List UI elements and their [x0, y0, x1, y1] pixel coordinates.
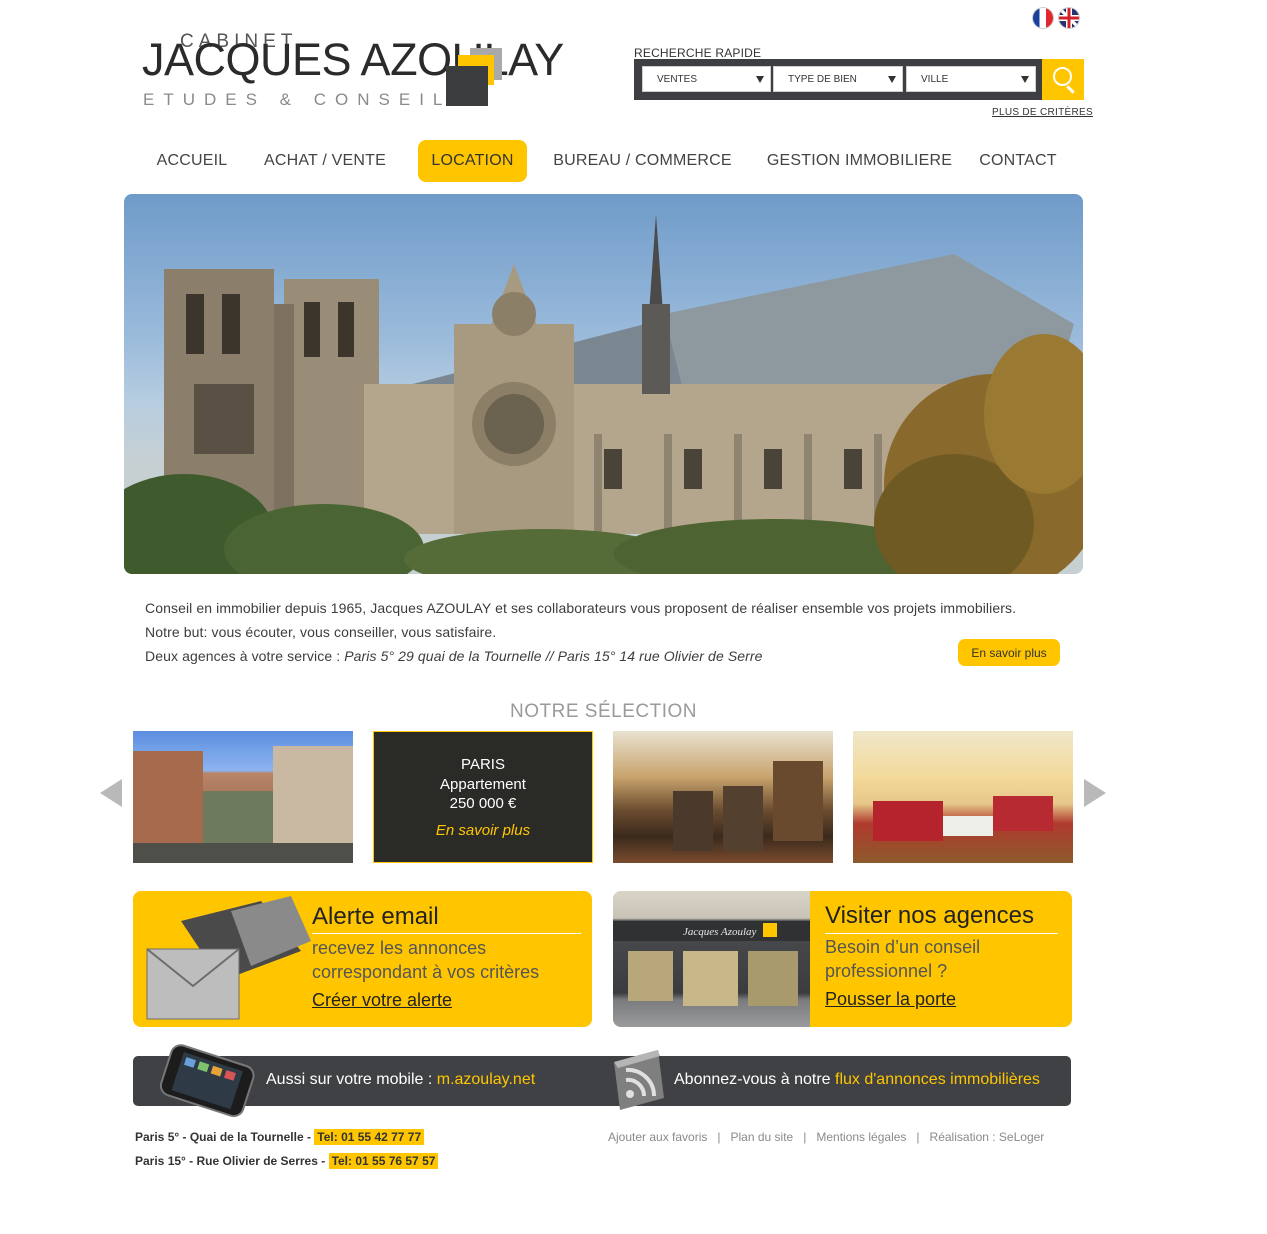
email-alert-text-2: correspondant à vos critères	[312, 962, 540, 982]
visit-agencies-link[interactable]: Pousser la porte	[825, 989, 956, 1010]
listing-thumbnail-3[interactable]	[613, 731, 833, 863]
email-alert-text-1: recevez les annonces	[312, 938, 487, 958]
intro-line-1: Conseil en immobilier depuis 1965, Jacqu…	[145, 600, 1017, 616]
chevron-down-icon	[756, 76, 764, 83]
featured-type: Appartement	[440, 776, 526, 793]
featured-link[interactable]: En savoir plus	[374, 822, 592, 839]
nav-accueil[interactable]: ACCUEIL	[148, 140, 236, 182]
mobile-text[interactable]: Aussi sur votre mobile : m.azoulay.net	[266, 1071, 535, 1089]
nav-achat-vente[interactable]: ACHAT / VENTE	[252, 140, 398, 182]
city-select-value: VILLE	[921, 74, 949, 85]
smartphone-icon	[159, 1044, 255, 1118]
listing-thumbnail-1[interactable]	[133, 731, 353, 863]
property-type-select[interactable]: TYPE DE BIEN	[773, 66, 903, 92]
nav-gestion-immobiliere[interactable]: GESTION IMMOBILIERE	[763, 140, 956, 182]
mobile-prefix: Aussi sur votre mobile :	[266, 1071, 437, 1088]
footer-links: Ajouter aux favoris | Plan du site | Mention…	[608, 1130, 1045, 1144]
search-bar: VENTES TYPE DE BIEN VILLE	[634, 59, 1042, 100]
street-photo	[133, 746, 353, 863]
email-alert-box[interactable]: Alerte email recevez les annonces corres…	[133, 891, 592, 1027]
carousel-next-icon[interactable]	[1084, 779, 1106, 807]
more-criteria-link[interactable]: PLUS DE CRITÈRES	[992, 107, 1093, 118]
rss-text[interactable]: Abonnez-vous à notre flux d'annonces imm…	[674, 1071, 1040, 1089]
agency-paris15-phone[interactable]: Tel: 01 55 76 57 57	[328, 1153, 439, 1169]
rss-prefix: Abonnez-vous à notre	[674, 1071, 835, 1088]
agency-paris15-address: Paris 15° - Rue Olivier de Serres -	[135, 1154, 329, 1168]
logo-subtitle-text: ETUDES & CONSEILS	[143, 90, 472, 109]
learn-more-button[interactable]: En savoir plus	[958, 639, 1060, 666]
listing-featured[interactable]: PARIS Appartement 250 000 € En savoir pl…	[373, 731, 593, 863]
mobile-link[interactable]: m.azoulay.net	[437, 1071, 535, 1088]
search-button[interactable]	[1042, 59, 1084, 100]
envelope-icon	[146, 896, 311, 1020]
intro-line-2: Notre but: vous écouter, vous conseiller…	[145, 624, 497, 640]
living-room-photo	[873, 796, 1053, 841]
create-alert-link[interactable]: Créer votre alerte	[312, 990, 452, 1011]
nav-bureau-commerce[interactable]: BUREAU / COMMERCE	[545, 140, 740, 182]
search-title: RECHERCHE RAPIDE	[634, 46, 762, 60]
selection-title: NOTRE SÉLECTION	[510, 701, 697, 722]
city-select[interactable]: VILLE	[906, 66, 1036, 92]
featured-price: 250 000 €	[449, 795, 517, 812]
chevron-down-icon	[1021, 76, 1029, 83]
listing-thumbnail-4[interactable]	[853, 731, 1073, 863]
visit-agencies-text-2: professionnel ?	[825, 961, 948, 981]
flag-uk-icon[interactable]	[1059, 8, 1079, 28]
footer-link-credits[interactable]: Réalisation : SeLoger	[930, 1130, 1045, 1144]
email-alert-title: Alerte email	[312, 903, 439, 930]
visit-agencies-title: Visiter nos agences	[825, 902, 1035, 929]
transaction-select-value: VENTES	[657, 74, 698, 85]
intro-agencies: Paris 5° 29 quai de la Tournelle // Pari…	[344, 648, 763, 664]
footer-link-legal[interactable]: Mentions légales	[816, 1130, 906, 1144]
storefront-sign-text: Jacques Azoulay	[683, 926, 757, 938]
featured-city: PARIS	[461, 756, 505, 773]
visit-agencies-box[interactable]: Jacques Azoulay Visiter nos agences Beso…	[613, 891, 1072, 1027]
footer-link-favoris[interactable]: Ajouter aux favoris	[608, 1130, 707, 1144]
intro-line-3: Deux agences à votre service : Paris 5° …	[145, 648, 763, 664]
property-type-select-value: TYPE DE BIEN	[788, 74, 857, 85]
logo-square-dark	[446, 66, 488, 106]
transaction-select[interactable]: VENTES	[642, 66, 771, 92]
agency-storefront-photo: Jacques Azoulay	[613, 891, 810, 1027]
carousel-prev-icon[interactable]	[100, 779, 122, 807]
agency-paris5-address: Paris 5° - Quai de la Tournelle -	[135, 1130, 315, 1144]
visit-agencies-text-1: Besoin d’un conseil	[825, 937, 981, 957]
nav-contact[interactable]: CONTACT	[970, 140, 1066, 182]
agency-paris5: Paris 5° - Quai de la Tournelle - Tel: 0…	[135, 1129, 425, 1145]
agency-paris15: Paris 15° - Rue Olivier de Serres - Tel:…	[135, 1153, 439, 1169]
rss-link[interactable]: flux d'annonces immobilières	[835, 1071, 1040, 1088]
chevron-down-icon	[888, 76, 896, 83]
nav-location[interactable]: LOCATION	[418, 140, 527, 182]
flag-fr-icon[interactable]	[1033, 8, 1053, 28]
cathedral-illustration	[124, 214, 1083, 574]
rss-icon	[614, 1050, 664, 1110]
dining-room-photo	[673, 761, 823, 851]
intro-agencies-prefix: Deux agences à votre service :	[145, 648, 345, 664]
agency-paris5-phone[interactable]: Tel: 01 55 42 77 77	[314, 1129, 425, 1145]
footer-link-sitemap[interactable]: Plan du site	[731, 1130, 794, 1144]
hero-image	[124, 194, 1083, 574]
search-icon	[1053, 67, 1072, 86]
